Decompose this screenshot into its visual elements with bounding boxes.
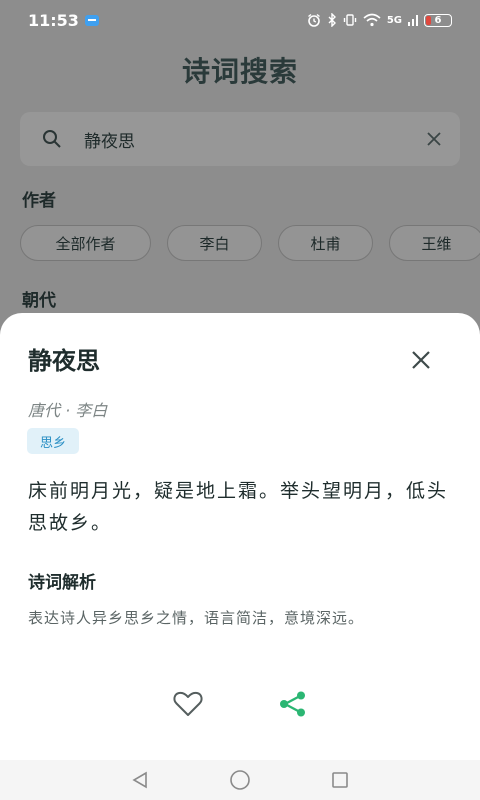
like-button[interactable] [172, 689, 204, 719]
poem-tag: 思乡 [27, 428, 80, 454]
network-type-label: 5G [386, 14, 402, 26]
close-sheet-button[interactable] [404, 343, 438, 377]
search-input[interactable] [84, 129, 426, 149]
close-icon[interactable] [426, 131, 442, 147]
message-notification-icon [84, 14, 99, 26]
wifi-icon [363, 13, 381, 27]
system-nav-bar [0, 760, 480, 800]
vibrate-icon [343, 14, 357, 26]
circle-home-icon [230, 770, 250, 790]
heart-outline-icon [173, 691, 203, 716]
nav-recents-button[interactable] [320, 760, 360, 800]
screen: 11:53 5G 6 诗词搜索 静夜思 作者 全部作者 李白 杜甫 王维 朝代 … [0, 0, 480, 800]
close-icon [412, 351, 430, 369]
author-section-label: 作者 [22, 191, 56, 211]
dynasty-section-label: 朝代 [22, 291, 56, 311]
poem-detail-sheet: 静夜思 唐代 · 李白 思乡 床前明月光，疑是地上霜。举头望明月，低头思故乡。 … [0, 313, 480, 760]
share-button[interactable] [277, 689, 309, 719]
search-icon [43, 130, 61, 148]
poem-title: 静夜思 [28, 347, 100, 375]
share-icon [280, 691, 305, 717]
author-chip[interactable]: 杜甫 [278, 225, 373, 261]
author-chip[interactable]: 李白 [167, 225, 262, 261]
status-bar: 11:53 5G 6 [0, 0, 480, 40]
search-box[interactable] [20, 112, 460, 166]
square-recents-icon [332, 772, 348, 788]
signal-icon [408, 15, 418, 26]
analysis-text: 表达诗人异乡思乡之情，语言简洁，意境深远。 [28, 609, 365, 627]
poem-dynasty-author: 唐代 · 李白 [28, 401, 108, 420]
author-chip[interactable]: 王维 [389, 225, 480, 261]
analysis-title: 诗词解析 [28, 573, 96, 593]
status-icons: 5G 6 [307, 13, 452, 27]
battery-indicator: 6 [424, 13, 452, 27]
author-chip-list: 全部作者 李白 杜甫 王维 [20, 225, 480, 261]
nav-home-button[interactable] [220, 760, 260, 800]
poem-text: 床前明月光，疑是地上霜。举头望明月，低头思故乡。 [28, 480, 449, 534]
battery-level: 6 [434, 14, 442, 26]
triangle-back-icon [132, 771, 147, 789]
poem-actions [0, 689, 480, 719]
bluetooth-icon [328, 13, 336, 27]
alarm-icon [307, 13, 320, 27]
page-title: 诗词搜索 [181, 55, 298, 88]
nav-back-button[interactable] [120, 760, 160, 800]
battery-fill [426, 15, 431, 25]
author-chip[interactable]: 全部作者 [20, 225, 151, 261]
status-time: 11:53 [28, 10, 79, 30]
